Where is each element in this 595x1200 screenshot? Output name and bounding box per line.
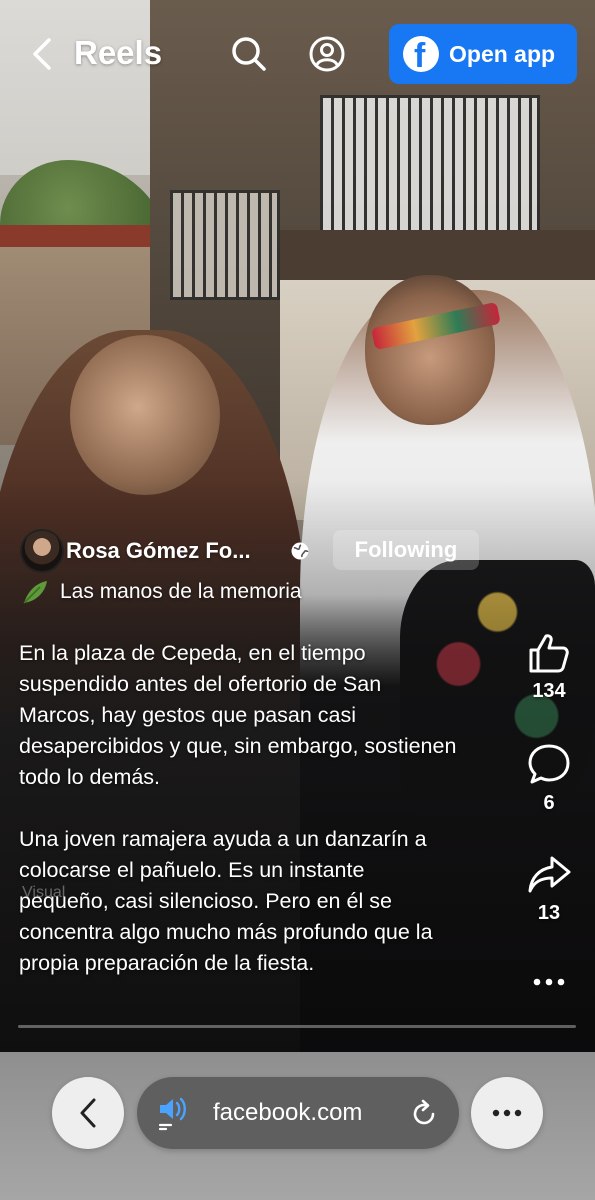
woman-head — [70, 335, 220, 495]
more-options-button[interactable] — [518, 970, 580, 994]
audio-title: Las manos de la memoria — [60, 580, 302, 603]
caption-paragraph: En la plaza de Cepeda, en el tiempo susp… — [19, 641, 457, 789]
author-row: Rosa Gómez Fo... Following — [20, 528, 479, 574]
user-circle-icon — [309, 36, 345, 72]
top-bar: Reels f Open app — [0, 0, 595, 108]
reload-icon[interactable] — [409, 1098, 439, 1128]
chevron-left-icon — [33, 38, 51, 70]
like-button[interactable]: 134 — [518, 630, 580, 703]
address-bar[interactable]: facebook.com — [137, 1077, 459, 1149]
share-button[interactable]: 13 — [518, 852, 580, 925]
browser-back-button[interactable] — [52, 1077, 124, 1149]
leaf-emoji-icon — [23, 581, 47, 604]
following-button[interactable]: Following — [333, 530, 479, 570]
chevron-left-icon — [80, 1098, 96, 1128]
ellipsis-icon — [492, 1109, 522, 1117]
globe-icon — [291, 542, 309, 560]
comment-button[interactable]: 6 — [518, 742, 580, 815]
audio-track[interactable]: Las manos de la memoria — [20, 575, 302, 609]
url-text: facebook.com — [213, 1099, 363, 1126]
balcony-left — [170, 190, 280, 300]
comment-icon — [528, 744, 570, 784]
ellipsis-icon — [533, 978, 565, 986]
author-name[interactable]: Rosa Gómez Fo... — [66, 538, 251, 564]
open-app-button[interactable]: f Open app — [389, 24, 577, 84]
open-app-label: Open app — [449, 40, 556, 67]
video-progress-bar[interactable] — [18, 1025, 576, 1028]
facebook-logo-icon: f — [403, 36, 439, 74]
balcony-upper — [320, 95, 540, 235]
search-icon — [232, 37, 266, 71]
wooden-eave — [280, 230, 595, 280]
search-button[interactable] — [228, 33, 270, 75]
thumbs-up-icon — [529, 634, 569, 673]
like-count: 134 — [532, 680, 566, 702]
browser-more-button[interactable] — [471, 1077, 543, 1149]
page-title: Reels — [74, 34, 163, 71]
author-avatar[interactable] — [20, 529, 64, 573]
browser-toolbar: facebook.com — [0, 1052, 595, 1200]
speaker-icon — [158, 1097, 186, 1131]
back-button[interactable] — [24, 32, 60, 76]
post-caption: En la plaza de Cepeda, en el tiempo susp… — [19, 638, 459, 979]
man-head — [365, 275, 495, 425]
video-watermark: Visual — [22, 884, 66, 901]
caption-paragraph: Una joven ramajera ayuda a un danzarín a… — [19, 827, 433, 975]
share-arrow-icon — [528, 856, 571, 893]
comment-count: 6 — [543, 792, 555, 814]
profile-button[interactable] — [306, 33, 348, 75]
share-count: 13 — [537, 902, 561, 924]
